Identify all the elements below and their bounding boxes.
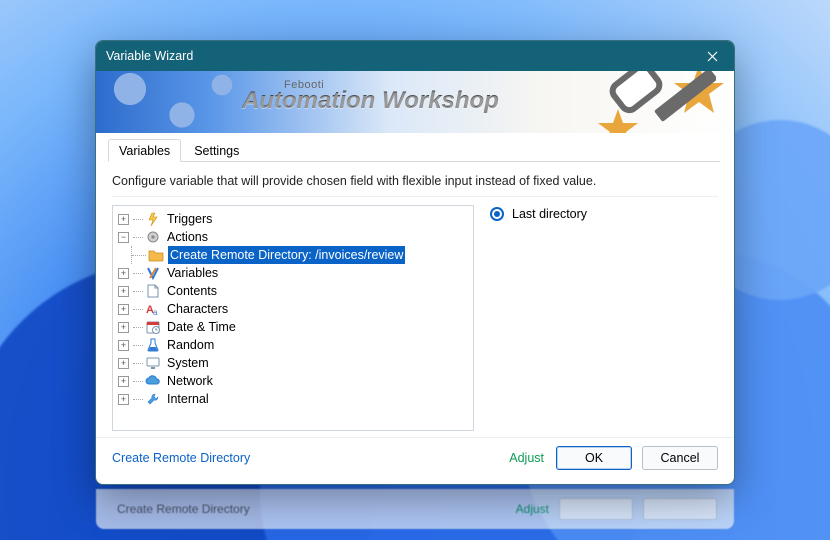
tree-node-internal[interactable]: + Internal — [115, 390, 471, 408]
expand-icon[interactable]: + — [118, 214, 129, 225]
svg-text:a: a — [153, 308, 158, 316]
tab-settings[interactable]: Settings — [183, 139, 250, 162]
tree-node-actions[interactable]: − Actions — [115, 228, 471, 246]
wrench-icon — [145, 391, 161, 407]
tree-node-triggers[interactable]: + Triggers — [115, 210, 471, 228]
folder-icon — [148, 247, 164, 263]
expand-icon[interactable]: + — [118, 286, 129, 297]
variable-tree[interactable]: + Triggers − Actions Create Remote Direc… — [112, 205, 474, 431]
tree-label: Triggers — [165, 210, 214, 228]
titlebar[interactable]: Variable Wizard — [96, 41, 734, 71]
desktop-background: Create Remote Directory Adjust Variable … — [0, 0, 830, 540]
tree-label: Variables — [165, 264, 220, 282]
radio-label: Last directory — [512, 207, 587, 221]
collapse-icon[interactable]: − — [118, 232, 129, 243]
expand-icon[interactable]: + — [118, 358, 129, 369]
document-icon — [145, 283, 161, 299]
dialog-footer: Create Remote Directory Adjust OK Cancel — [96, 437, 734, 484]
adjust-link[interactable]: Adjust — [509, 451, 544, 465]
expand-icon[interactable]: + — [118, 322, 129, 333]
tree-label: Internal — [165, 390, 211, 408]
radio-last-directory[interactable]: Last directory — [490, 207, 718, 221]
options-pane: Last directory — [490, 205, 718, 429]
variables-icon — [145, 265, 161, 281]
banner-product: Automation Workshop — [242, 87, 499, 115]
expand-icon[interactable]: + — [118, 376, 129, 387]
tree-label: Date & Time — [165, 318, 238, 336]
close-icon — [707, 51, 718, 62]
tab-variables[interactable]: Variables — [108, 139, 181, 162]
variable-wizard-window: Variable Wizard Febooti Automation Works… — [95, 40, 735, 485]
tree-label: Actions — [165, 228, 210, 246]
tree-label: Characters — [165, 300, 230, 318]
description-text: Configure variable that will provide cho… — [96, 162, 734, 196]
background-dialog-footer: Create Remote Directory Adjust — [96, 489, 734, 529]
flask-icon — [145, 337, 161, 353]
tree-label: Network — [165, 372, 215, 390]
radio-icon — [490, 207, 504, 221]
close-button[interactable] — [690, 41, 734, 71]
characters-icon: Aa — [145, 301, 161, 317]
expand-icon[interactable]: + — [118, 268, 129, 279]
expand-icon[interactable]: + — [118, 340, 129, 351]
tab-bar: Variables Settings — [96, 133, 734, 162]
expand-icon[interactable]: + — [118, 304, 129, 315]
gear-icon — [145, 229, 161, 245]
expand-icon[interactable]: + — [118, 394, 129, 405]
banner: Febooti Automation Workshop — [96, 71, 734, 133]
tree-label: System — [165, 354, 211, 372]
tree-node-contents[interactable]: + Contents — [115, 282, 471, 300]
tree-node-random[interactable]: + Random — [115, 336, 471, 354]
tree-node-characters[interactable]: + Aa Characters — [115, 300, 471, 318]
lightning-icon — [145, 211, 161, 227]
tree-node-network[interactable]: + Network — [115, 372, 471, 390]
tree-label-selected: Create Remote Directory: /invoices/revie… — [168, 246, 405, 264]
calendar-icon — [145, 319, 161, 335]
help-link[interactable]: Create Remote Directory — [112, 451, 250, 465]
cancel-button[interactable]: Cancel — [642, 446, 718, 470]
tree-label: Contents — [165, 282, 219, 300]
cloud-icon — [145, 373, 161, 389]
tree-node-variables[interactable]: + Variables — [115, 264, 471, 282]
monitor-icon — [145, 355, 161, 371]
ok-button[interactable]: OK — [556, 446, 632, 470]
tree-node-create-remote-directory[interactable]: Create Remote Directory: /invoices/revie… — [115, 246, 471, 264]
window-title: Variable Wizard — [106, 49, 690, 63]
tree-node-system[interactable]: + System — [115, 354, 471, 372]
tree-node-datetime[interactable]: + Date & Time — [115, 318, 471, 336]
tree-label: Random — [165, 336, 216, 354]
wand-icon — [596, 71, 716, 133]
